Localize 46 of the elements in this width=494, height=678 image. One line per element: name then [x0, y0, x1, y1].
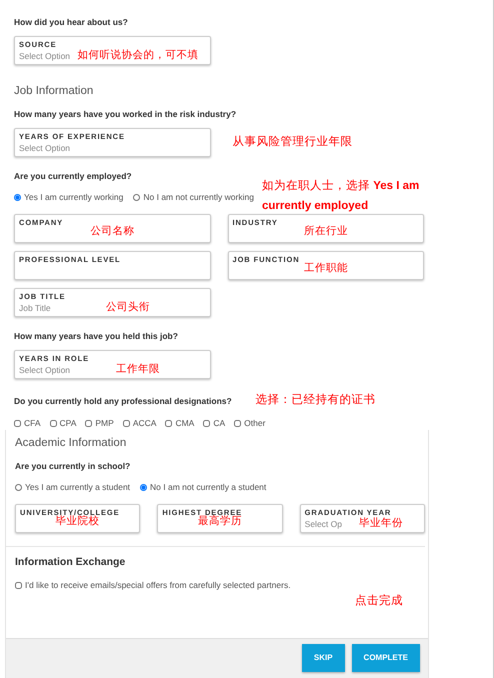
annotation-text: 公司名称: [90, 225, 134, 237]
checkbox[interactable]: [234, 420, 242, 427]
annotation-text: 如何听说协会的，可不填: [77, 48, 198, 60]
question-text: How did you hear about us?: [14, 16, 129, 28]
checkbox[interactable]: [15, 582, 22, 589]
radio-label: Yes I am currently a student: [25, 480, 130, 494]
annotation-text: 所在行业: [304, 225, 348, 237]
annotation-text: 公司头衔: [106, 300, 150, 312]
section-heading: Academic Information: [15, 436, 128, 452]
radio-label: Yes I am currently working: [24, 190, 124, 204]
radio-button[interactable]: [140, 484, 148, 491]
checkbox[interactable]: [50, 420, 57, 427]
radio-label: No I am not currently working: [143, 190, 254, 204]
question-text: How many years have you held this job?: [14, 330, 179, 342]
question-text: How many years have you worked in the risk industry?: [14, 108, 238, 120]
annotation-text: 选择：已经持有的证书: [256, 392, 376, 408]
radio-button[interactable]: [15, 484, 22, 491]
checkbox-label: I'd like to receive emails/special offers from carefully selected partners.: [25, 579, 291, 592]
checkbox[interactable]: [203, 420, 210, 427]
checkbox-label: CPA: [60, 416, 76, 430]
checkbox-label: CMA: [175, 416, 194, 430]
annotation-text: 工作职能: [304, 262, 348, 274]
radio-label: No I am not currently a student: [150, 480, 266, 494]
annotation-text: 点击完成: [354, 594, 404, 608]
checkbox[interactable]: [122, 420, 130, 427]
checkbox-label: PMP: [95, 416, 114, 430]
radio-button[interactable]: [133, 194, 140, 200]
annotation-text: 从事风险管理行业年限: [232, 135, 352, 149]
checkbox-label: CFA: [24, 416, 41, 430]
checkbox[interactable]: [14, 420, 21, 427]
radio-button[interactable]: [14, 194, 21, 200]
checkbox-label: Other: [244, 416, 266, 430]
question-text: Are you currently in school?: [15, 460, 132, 472]
section-heading: Information Exchange: [15, 555, 126, 570]
question-text: Are you currently employed?: [14, 170, 133, 182]
annotation-text: 工作年限: [116, 362, 160, 374]
annotation-text: 毕业年份: [358, 516, 403, 529]
question-text: Do you currently hold any professional designations?: [14, 394, 232, 407]
checkbox[interactable]: [85, 420, 92, 427]
checkbox-label: ACCA: [132, 416, 156, 430]
annotation-text: 最高学历: [198, 515, 242, 528]
annotation-text: 毕业院校: [56, 515, 100, 528]
checkbox[interactable]: [165, 420, 172, 427]
section-heading: Job Information: [14, 84, 94, 99]
checkbox-label: CA: [213, 416, 226, 430]
annotation-text: 如为在职人士，选择 Yes I am currently employed: [262, 178, 420, 214]
